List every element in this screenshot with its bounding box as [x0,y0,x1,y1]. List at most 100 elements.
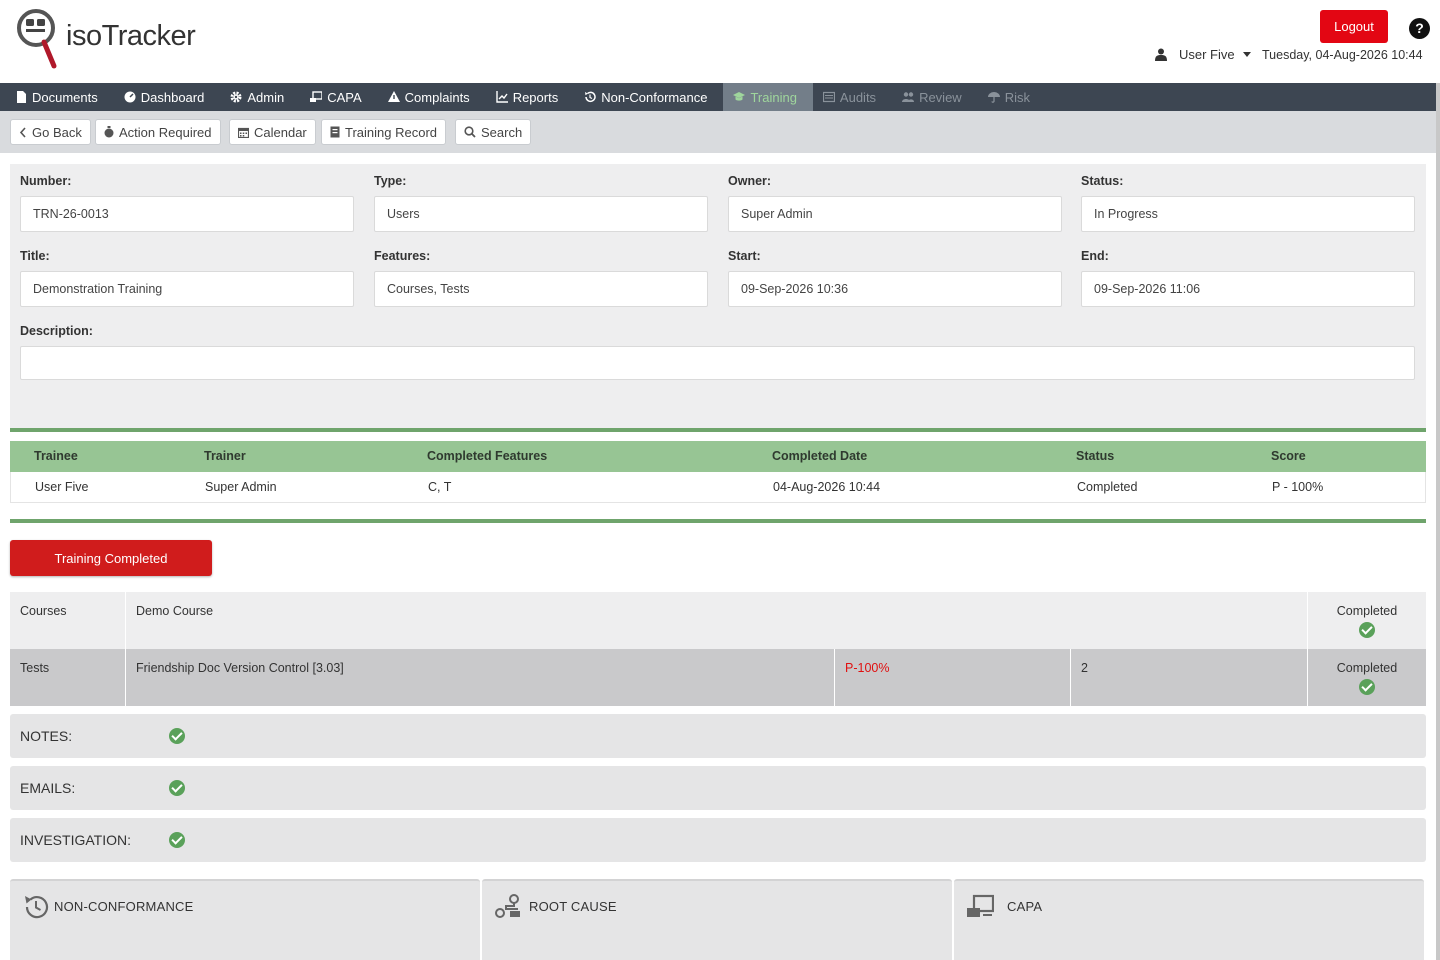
nav-label: Dashboard [140,89,205,105]
investigation-label: INVESTIGATION: [20,832,131,848]
root-cause-icon [495,894,520,918]
record-book-icon [330,126,340,138]
nav-capa[interactable]: CAPA [300,83,377,111]
capa-icon [967,894,994,917]
test-attempts: 2 [1071,649,1308,706]
owner-label: Owner: [728,174,772,188]
emails-section[interactable]: EMAILS: [10,766,1426,810]
table-row[interactable]: User Five Super Admin C, T 04-Aug-2026 1… [10,472,1426,503]
end-field[interactable]: 09-Sep-2026 11:06 [1081,271,1415,307]
user-icon [1155,48,1167,61]
end-label: End: [1081,249,1109,263]
action-required-button[interactable]: Action Required [95,119,221,145]
user-menu[interactable]: User Five [1155,47,1251,62]
action-required-label: Action Required [119,124,212,140]
magnifier-logo-icon [17,9,57,69]
non-conformance-card[interactable]: NON-CONFORMANCE [10,879,480,960]
status-field[interactable]: In Progress [1081,196,1415,232]
type-field[interactable]: Users [374,196,708,232]
help-icon[interactable]: ? [1409,18,1430,39]
nav-label: CAPA [327,89,362,105]
nav-training[interactable]: Training [723,83,813,111]
courses-row: Courses Demo Course Completed [10,592,1426,649]
header-status: Status [1076,449,1115,463]
start-field[interactable]: 09-Sep-2026 10:36 [728,271,1062,307]
status-label: Status: [1081,174,1124,188]
start-label: Start: [728,249,761,263]
number-field[interactable]: TRN-26-0013 [20,196,354,232]
capa-card[interactable]: CAPA [954,879,1424,960]
nav-label: Documents [32,89,98,105]
notes-section[interactable]: NOTES: [10,714,1426,758]
current-datetime: Tuesday, 04-Aug-2026 10:44 [1262,48,1423,62]
tests-row: Tests Friendship Doc Version Control [3.… [10,649,1426,706]
training-record-button[interactable]: Training Record [321,119,447,145]
chevron-left-icon [19,126,26,138]
nav-review[interactable]: Review [892,83,978,111]
isotracker-logo[interactable]: isoTracker [14,6,196,72]
trainee-table-header: Trainee Trainer Completed Features Compl… [10,441,1426,472]
audit-icon [822,91,835,103]
main-nav: Documents Dashboard Admin CAPA Complaint… [0,83,1440,111]
calendar-button[interactable]: Calendar [229,119,316,145]
test-name[interactable]: Friendship Doc Version Control [3.03] [126,649,835,706]
nav-label: Admin [247,89,285,105]
training-completed-button[interactable]: Training Completed [10,540,212,576]
header-trainee: Trainee [34,449,78,463]
nav-label: Training [750,89,797,105]
test-score: P-100% [835,649,1071,706]
course-name[interactable]: Demo Course [126,592,1308,649]
check-circle-icon [1359,622,1375,638]
nav-audits[interactable]: Audits [813,83,892,111]
description-field[interactable] [20,346,1415,380]
history-icon [585,91,596,103]
cell-score: P - 100% [1272,480,1324,494]
type-label: Type: [374,174,407,188]
nav-admin[interactable]: Admin [220,83,300,111]
check-circle-icon [169,832,185,848]
nav-label: Non-Conformance [601,89,708,105]
dashboard-icon [124,91,136,103]
non-conformance-label: NON-CONFORMANCE [54,899,194,914]
check-circle-icon [169,728,185,744]
search-icon [464,126,476,138]
stopwatch-icon [104,126,114,138]
go-back-button[interactable]: Go Back [10,119,91,145]
number-label: Number: [20,174,72,188]
header-completed-features: Completed Features [427,449,548,463]
cell-completed-features: C, T [428,480,452,494]
emails-label: EMAILS: [20,780,76,796]
investigation-section[interactable]: INVESTIGATION: [10,818,1426,862]
user-name: User Five [1179,47,1235,62]
chevron-down-icon [1242,52,1251,57]
owner-field[interactable]: Super Admin [728,196,1062,232]
nav-reports[interactable]: Reports [486,83,575,111]
search-button[interactable]: Search [455,119,532,145]
test-status-text: Completed [1336,661,1398,675]
page-scrollbar[interactable] [1436,83,1440,960]
logout-button[interactable]: Logout [1320,10,1388,43]
chart-icon [495,91,508,103]
divider-line [10,519,1426,523]
title-field[interactable]: Demonstration Training [20,271,354,307]
check-circle-icon [1359,679,1375,695]
description-label: Description: [20,324,93,338]
nav-non-conformance[interactable]: Non-Conformance [574,83,723,111]
nav-dashboard[interactable]: Dashboard [114,83,221,111]
nav-risk[interactable]: Risk [978,83,1046,111]
capa-label: CAPA [1007,899,1043,914]
logo-text: isoTracker [66,20,196,52]
header-score: Score [1271,449,1306,463]
nav-complaints[interactable]: Complaints [378,83,486,111]
divider-line [10,428,1426,432]
sub-toolbar: Go Back Action Required Calendar Trainin… [0,111,1440,153]
cell-trainee: User Five [35,480,89,494]
root-cause-card[interactable]: ROOT CAUSE [482,879,952,960]
warning-icon [387,91,400,102]
nav-documents[interactable]: Documents [5,83,114,111]
umbrella-icon [987,92,1000,103]
title-label: Title: [20,249,50,263]
features-field[interactable]: Courses, Tests [374,271,708,307]
capa-icon [310,91,323,102]
root-cause-label: ROOT CAUSE [529,899,617,914]
